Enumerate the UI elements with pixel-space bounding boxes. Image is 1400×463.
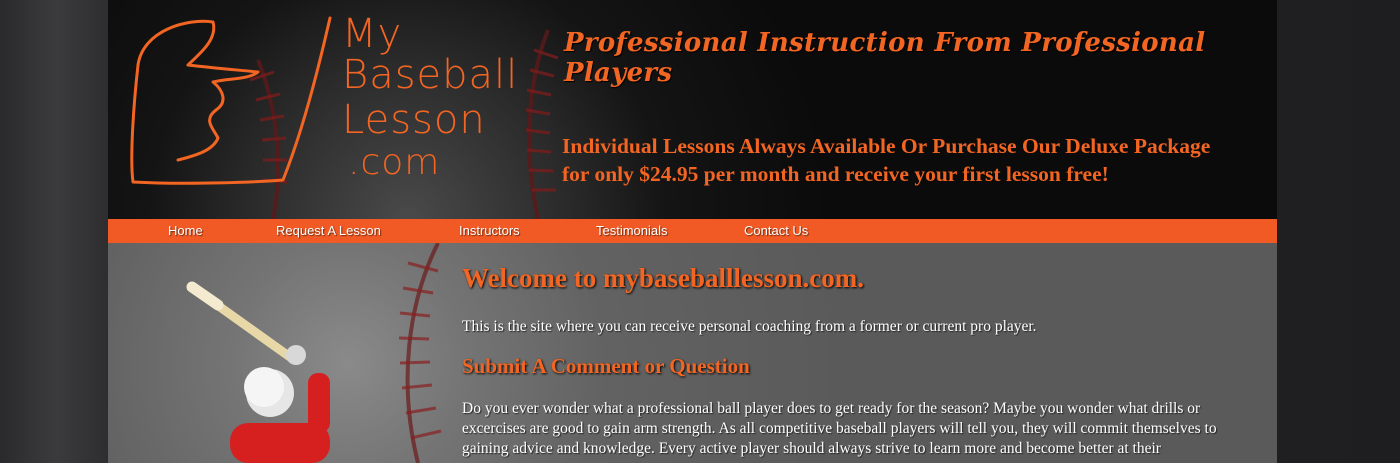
welcome-heading: Welcome to mybaseballlesson.com. xyxy=(462,263,864,293)
main-content-area: Welcome to mybaseballlesson.com. This is… xyxy=(108,243,1277,463)
nav-item-home[interactable]: Home xyxy=(168,223,203,238)
logo-text-com: .com xyxy=(348,142,441,183)
nav-item-request-lesson[interactable]: Request A Lesson xyxy=(276,223,381,238)
nav-item-contact[interactable]: Contact Us xyxy=(744,223,808,238)
body-paragraph: Do you ever wonder what a professional b… xyxy=(462,400,1217,457)
promo-line-1: Individual Lessons Always Available Or P… xyxy=(562,134,1211,158)
main-nav: Home Request A Lesson Instructors Testim… xyxy=(108,219,1277,243)
promo-line-2: for only $24.95 per month and receive yo… xyxy=(562,162,1109,186)
logo-text-lesson: Lesson xyxy=(342,97,486,143)
comment-question-heading[interactable]: Submit A Comment or Question xyxy=(462,354,1262,379)
promo-text: Individual Lessons Always Available Or P… xyxy=(562,132,1262,188)
logo-text-baseball: Baseball xyxy=(342,52,519,98)
site-header: My Baseball Lesson .com Professional Ins… xyxy=(108,0,1277,219)
logo-text-my: My xyxy=(342,11,403,57)
nav-item-testimonials[interactable]: Testimonials xyxy=(596,223,668,238)
nav-item-instructors[interactable]: Instructors xyxy=(459,223,520,238)
site-tagline: Professional Instruction From Profession… xyxy=(564,28,1206,88)
intro-text: This is the site where you can receive p… xyxy=(462,318,1037,335)
batter-icon xyxy=(186,281,330,463)
logo-head-icon xyxy=(136,19,216,67)
content-column: Welcome to mybaseballlesson.com. This is… xyxy=(462,263,1262,459)
page-container: My Baseball Lesson .com Professional Ins… xyxy=(108,0,1277,463)
site-logo[interactable] xyxy=(118,10,558,195)
